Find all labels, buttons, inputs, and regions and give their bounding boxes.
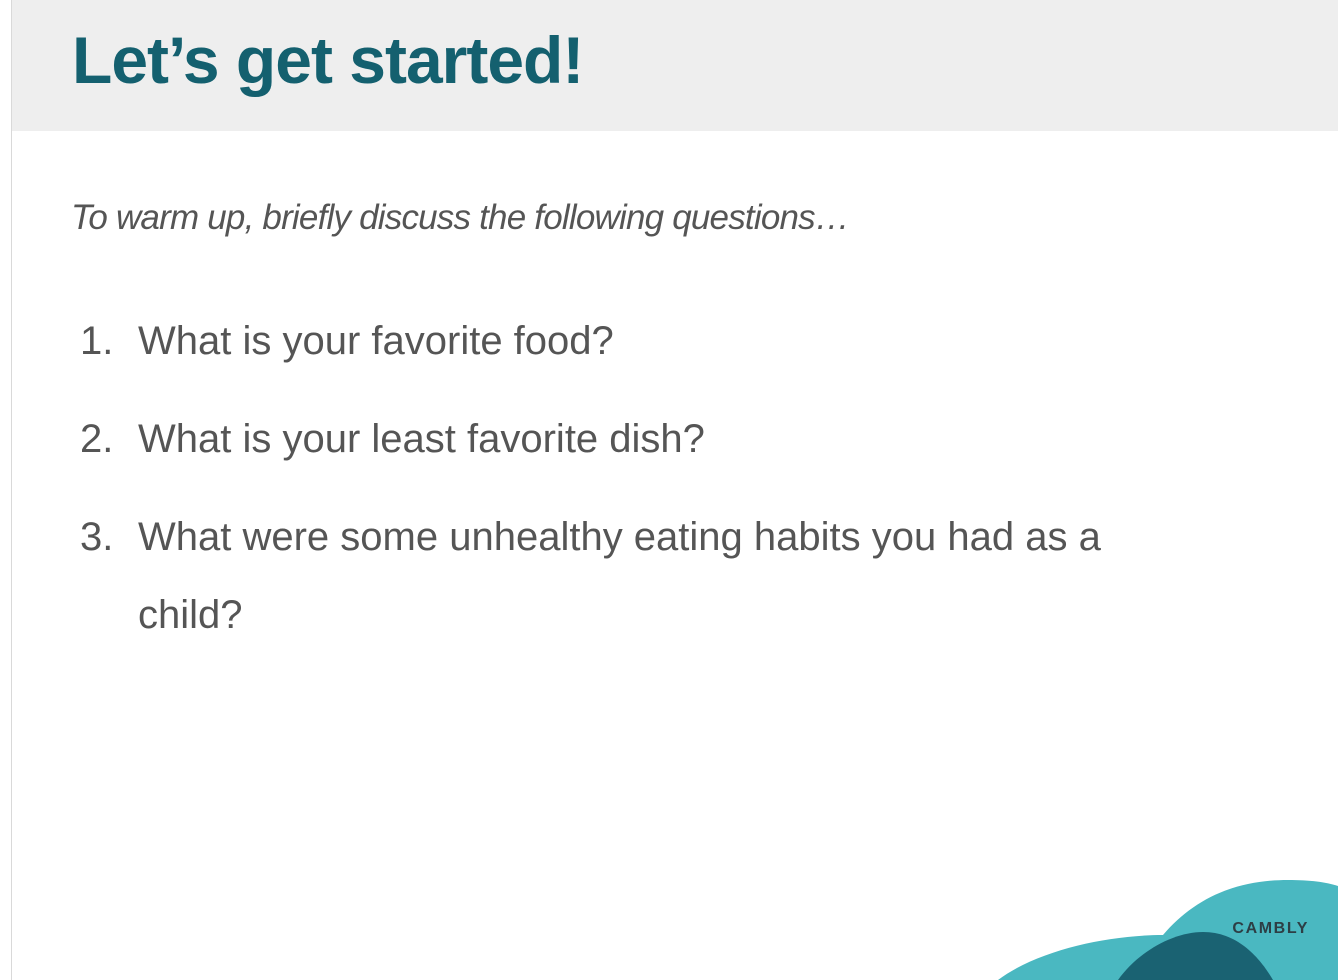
slide: Let’s get started! To warm up, briefly d… [11, 0, 1338, 980]
question-item: 3. What were some unhealthy eating habit… [80, 498, 1210, 654]
slide-title: Let’s get started! [72, 23, 584, 97]
question-item: 2. What is your least favorite dish? [80, 400, 1210, 478]
intro-text: To warm up, briefly discuss the followin… [71, 198, 850, 237]
question-text: What is your favorite food? [138, 319, 614, 363]
question-text: What is your least favorite dish? [138, 417, 705, 461]
question-number: 1. [80, 319, 114, 363]
question-number: 2. [80, 417, 114, 461]
question-number: 3. [80, 515, 114, 559]
question-text: What were some unhealthy eating habits y… [138, 515, 1101, 637]
brand-logo-text: CAMBLY [1232, 920, 1309, 937]
slide-header: Let’s get started! [12, 0, 1338, 131]
question-item: 1. What is your favorite food? [80, 302, 1210, 380]
question-list: 1. What is your favorite food? 2. What i… [80, 314, 1210, 674]
